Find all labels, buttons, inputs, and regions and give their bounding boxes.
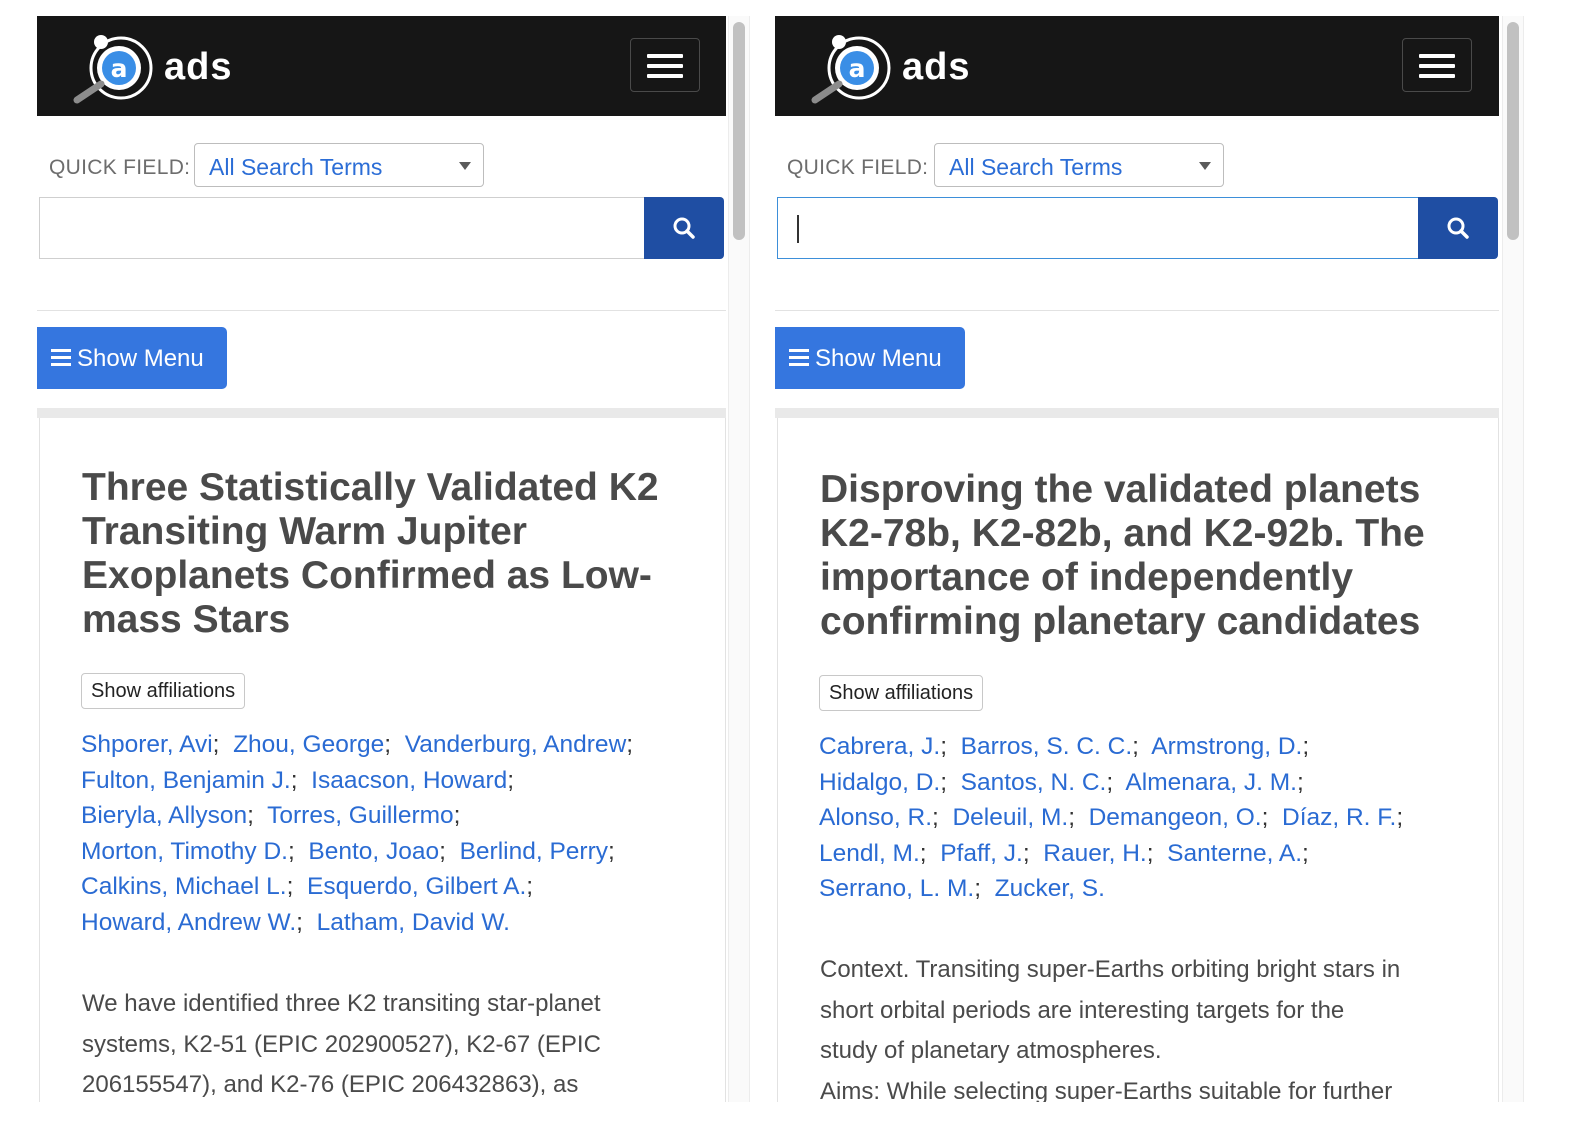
menu-icon <box>51 349 71 367</box>
svg-text:a: a <box>849 54 866 83</box>
author-link[interactable]: Morton, Timothy D. <box>81 838 288 865</box>
chevron-down-icon <box>459 162 471 170</box>
abstract-card: Three Statistically Validated K2 Transit… <box>39 418 726 1102</box>
author-link[interactable]: Demangeon, O. <box>1089 804 1262 831</box>
abstract-line: study of planetary atmospheres. <box>820 1037 1162 1064</box>
search-button[interactable] <box>1418 197 1498 259</box>
left-panel: a ads QUICK FIELD: All Search Terms Show… <box>37 16 726 1102</box>
show-affiliations-button[interactable]: Show affiliations <box>819 675 984 711</box>
author-link[interactable]: Barros, S. C. C. <box>961 733 1133 760</box>
author-list: Cabrera, J.; Barros, S. C. C.; Armstrong… <box>819 733 1404 903</box>
author-link[interactable]: Howard, Andrew W. <box>81 909 296 936</box>
author-link[interactable]: Calkins, Michael L. <box>81 873 287 900</box>
show-menu-label: Show Menu <box>815 345 942 372</box>
author-link[interactable]: Fulton, Benjamin J. <box>81 767 291 794</box>
brand-name[interactable]: ads <box>902 46 970 89</box>
author-link[interactable]: Alonso, R. <box>819 804 932 831</box>
quick-field-label: QUICK FIELD: <box>787 156 929 179</box>
author-link[interactable]: Santos, N. C. <box>961 769 1107 796</box>
search-button[interactable] <box>644 197 724 259</box>
abstract-text: We have identified three K2 transiting s… <box>82 984 682 1102</box>
abstract-line: systems, K2-51 (EPIC 202900527), K2-67 (… <box>82 1030 601 1058</box>
paper-title: Disproving the validated planets K2-78b,… <box>820 468 1425 643</box>
chevron-down-icon <box>1199 162 1211 170</box>
right-panel: a ads QUICK FIELD: All Search Terms Show… <box>775 16 1499 1102</box>
scrollbar-thumb[interactable] <box>1507 22 1519 240</box>
author-link[interactable]: Isaacson, Howard <box>311 767 507 794</box>
scrollbar-thumb[interactable] <box>733 22 745 240</box>
scrollbar[interactable] <box>1502 16 1524 1102</box>
show-affiliations-button[interactable]: Show affiliations <box>81 673 246 709</box>
divider <box>775 310 1499 311</box>
author-link[interactable]: Hidalgo, D. <box>819 769 940 796</box>
ads-logo-icon[interactable]: a <box>809 32 899 104</box>
author-link[interactable]: Lendl, M. <box>819 840 920 867</box>
abstract-text: Context. Transiting super-Earths orbitin… <box>820 950 1470 1102</box>
navbar: a ads <box>37 16 726 116</box>
author-list: Shporer, Avi; Zhou, George; Vanderburg, … <box>81 731 634 936</box>
hamburger-menu-icon[interactable] <box>1402 38 1472 92</box>
author-link[interactable]: Zucker, S. <box>995 875 1105 902</box>
quick-field-select[interactable]: All Search Terms <box>934 143 1224 187</box>
paper-title: Three Statistically Validated K2 Transit… <box>82 466 659 641</box>
abstract-line: Aims: While selecting super-Earths suita… <box>820 1077 1393 1103</box>
author-link[interactable]: Berlind, Perry <box>460 838 608 865</box>
author-link[interactable]: Zhou, George <box>233 731 384 758</box>
author-link[interactable]: Santerne, A. <box>1167 840 1302 867</box>
quick-field-value: All Search Terms <box>209 154 383 180</box>
abstract-line: short orbital periods are interesting ta… <box>820 996 1345 1024</box>
search-icon <box>673 217 695 239</box>
author-link[interactable]: Almenara, J. M. <box>1125 769 1297 796</box>
author-link[interactable]: Deleuil, M. <box>952 804 1068 831</box>
quick-field-label: QUICK FIELD: <box>49 156 191 179</box>
divider <box>37 310 726 311</box>
author-link[interactable]: Bieryla, Allyson <box>81 802 247 829</box>
author-link[interactable]: Cabrera, J. <box>819 733 940 760</box>
text-cursor <box>797 215 799 243</box>
svg-text:a: a <box>111 54 128 83</box>
abstract-line: 206155547), and K2-76 (EPIC 206432863), … <box>82 1071 579 1098</box>
search-input[interactable] <box>39 197 645 259</box>
abstract-card: Disproving the validated planets K2-78b,… <box>777 418 1499 1102</box>
show-menu-button[interactable]: Show Menu <box>37 327 227 389</box>
author-link[interactable]: Díaz, R. F. <box>1282 804 1396 831</box>
author-link[interactable]: Torres, Guillermo <box>267 802 454 829</box>
quick-field-select[interactable]: All Search Terms <box>194 143 484 187</box>
search-input[interactable] <box>777 197 1419 259</box>
show-menu-label: Show Menu <box>77 345 204 372</box>
ads-logo-icon[interactable]: a <box>71 32 161 104</box>
author-link[interactable]: Armstrong, D. <box>1151 733 1302 760</box>
navbar: a ads <box>775 16 1499 116</box>
abstract-line: We have identified three K2 transiting s… <box>82 990 601 1017</box>
brand-name[interactable]: ads <box>164 46 232 89</box>
quick-field-value: All Search Terms <box>949 154 1123 180</box>
author-link[interactable]: Latham, David W. <box>317 909 510 936</box>
search-icon <box>1447 217 1469 239</box>
section-separator <box>775 408 1499 418</box>
author-link[interactable]: Pfaff, J. <box>940 840 1023 867</box>
author-link[interactable]: Vanderburg, Andrew <box>405 731 627 758</box>
section-separator <box>37 408 726 418</box>
author-link[interactable]: Rauer, H. <box>1043 840 1147 867</box>
author-link[interactable]: Esquerdo, Gilbert A. <box>307 873 526 900</box>
author-link[interactable]: Serrano, L. M. <box>819 875 974 902</box>
author-link[interactable]: Bento, Joao <box>308 838 439 865</box>
hamburger-menu-icon[interactable] <box>630 38 700 92</box>
author-link[interactable]: Shporer, Avi <box>81 731 213 758</box>
scrollbar[interactable] <box>728 16 750 1102</box>
menu-icon <box>789 349 809 367</box>
show-menu-button[interactable]: Show Menu <box>775 327 965 389</box>
abstract-line: Context. Transiting super-Earths orbitin… <box>820 956 1401 983</box>
